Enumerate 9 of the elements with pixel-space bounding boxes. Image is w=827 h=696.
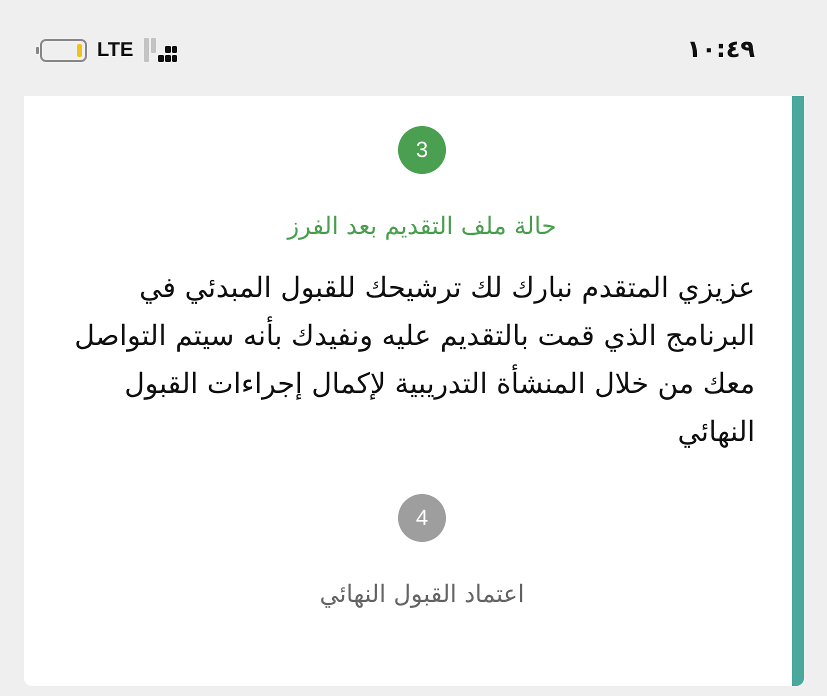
- step-title: حالة ملف التقديم بعد الفرز: [288, 211, 556, 241]
- step-description: عزيزي المتقدم نبارك لك ترشيحك للقبول المبدئي في البرنامج الذي قمت بالتقديم عليه ونفيدك بأنه سيتم التواصل معك من خلال المنشأة التدريبية لإكمال إجراءات القبول النهائي: [74, 270, 755, 450]
- clock-time: ١٠:٤٩: [686, 35, 755, 63]
- signal-icon: [144, 38, 178, 62]
- step-number-badge: 4: [398, 494, 446, 542]
- network-label: LTE: [97, 38, 134, 62]
- battery-icon: [36, 38, 88, 62]
- step-title: اعتماد القبول النهائي: [320, 579, 524, 609]
- step-number-badge: 3: [398, 126, 446, 174]
